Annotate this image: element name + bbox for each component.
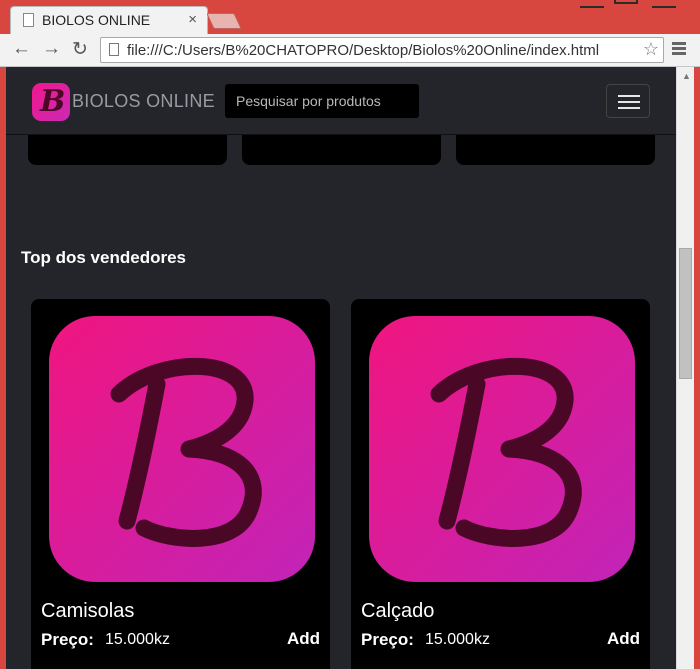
- product-image[interactable]: [49, 316, 315, 582]
- product-price: 15.000kz: [425, 631, 490, 648]
- back-icon[interactable]: ←: [12, 38, 31, 60]
- brand-name[interactable]: BIOLOS ONLINE: [72, 91, 215, 112]
- add-to-cart-button[interactable]: Add: [287, 629, 320, 649]
- new-tab-button[interactable]: [206, 13, 242, 29]
- product-card[interactable]: Camisolas Preço: 15.000kz Add: [31, 299, 330, 669]
- menu-toggle-button[interactable]: [606, 84, 650, 118]
- page-icon: [23, 13, 34, 27]
- brand-logo[interactable]: B: [32, 83, 70, 121]
- close-window-icon[interactable]: [652, 0, 676, 8]
- close-tab-icon[interactable]: ×: [188, 11, 197, 28]
- scroll-up-icon[interactable]: ▲: [682, 71, 691, 81]
- category-card[interactable]: [28, 135, 227, 165]
- product-name: Calçado: [361, 600, 435, 622]
- window-border: [694, 67, 700, 669]
- price-label: Preço:: [41, 630, 94, 649]
- address-url[interactable]: file:///C:/Users/B%20CHATOPRO/Desktop/Bi…: [127, 42, 599, 59]
- product-name: Camisolas: [41, 600, 135, 622]
- forward-icon[interactable]: →: [42, 38, 61, 60]
- maximize-icon[interactable]: [614, 0, 638, 4]
- hamburger-icon: [618, 95, 640, 97]
- product-price: 15.000kz: [105, 631, 170, 648]
- bookmark-star-icon[interactable]: ☆: [643, 39, 659, 60]
- tab-title: BIOLOS ONLINE: [42, 12, 151, 28]
- window-titlebar: BIOLOS ONLINE ×: [0, 0, 700, 34]
- brand-b-icon: [430, 357, 582, 547]
- address-bar[interactable]: file:///C:/Users/B%20CHATOPRO/Desktop/Bi…: [100, 37, 664, 63]
- category-card[interactable]: [242, 135, 441, 165]
- reload-icon[interactable]: ↻: [72, 38, 88, 61]
- section-title: Top dos vendedores: [21, 248, 186, 267]
- page-viewport: B BIOLOS ONLINE Top dos vendedores Camis…: [6, 67, 676, 669]
- add-to-cart-button[interactable]: Add: [607, 629, 640, 649]
- price-label: Preço:: [361, 630, 414, 649]
- product-card[interactable]: Calçado Preço: 15.000kz Add: [351, 299, 650, 669]
- product-image[interactable]: [369, 316, 635, 582]
- file-icon: [109, 43, 119, 56]
- brand-b-icon: [110, 357, 262, 547]
- search-input[interactable]: [225, 84, 419, 118]
- browser-menu-icon[interactable]: [672, 42, 686, 57]
- site-navbar: B BIOLOS ONLINE: [6, 67, 676, 135]
- minimize-icon[interactable]: [580, 0, 604, 8]
- browser-toolbar: ← → ↻ file:///C:/Users/B%20CHATOPRO/Desk…: [0, 34, 700, 67]
- category-card[interactable]: [456, 135, 655, 165]
- logo-letter: B: [40, 84, 66, 119]
- scroll-thumb[interactable]: [679, 248, 692, 379]
- browser-tab[interactable]: BIOLOS ONLINE ×: [10, 6, 208, 34]
- page-scrollbar[interactable]: ▲: [676, 67, 694, 669]
